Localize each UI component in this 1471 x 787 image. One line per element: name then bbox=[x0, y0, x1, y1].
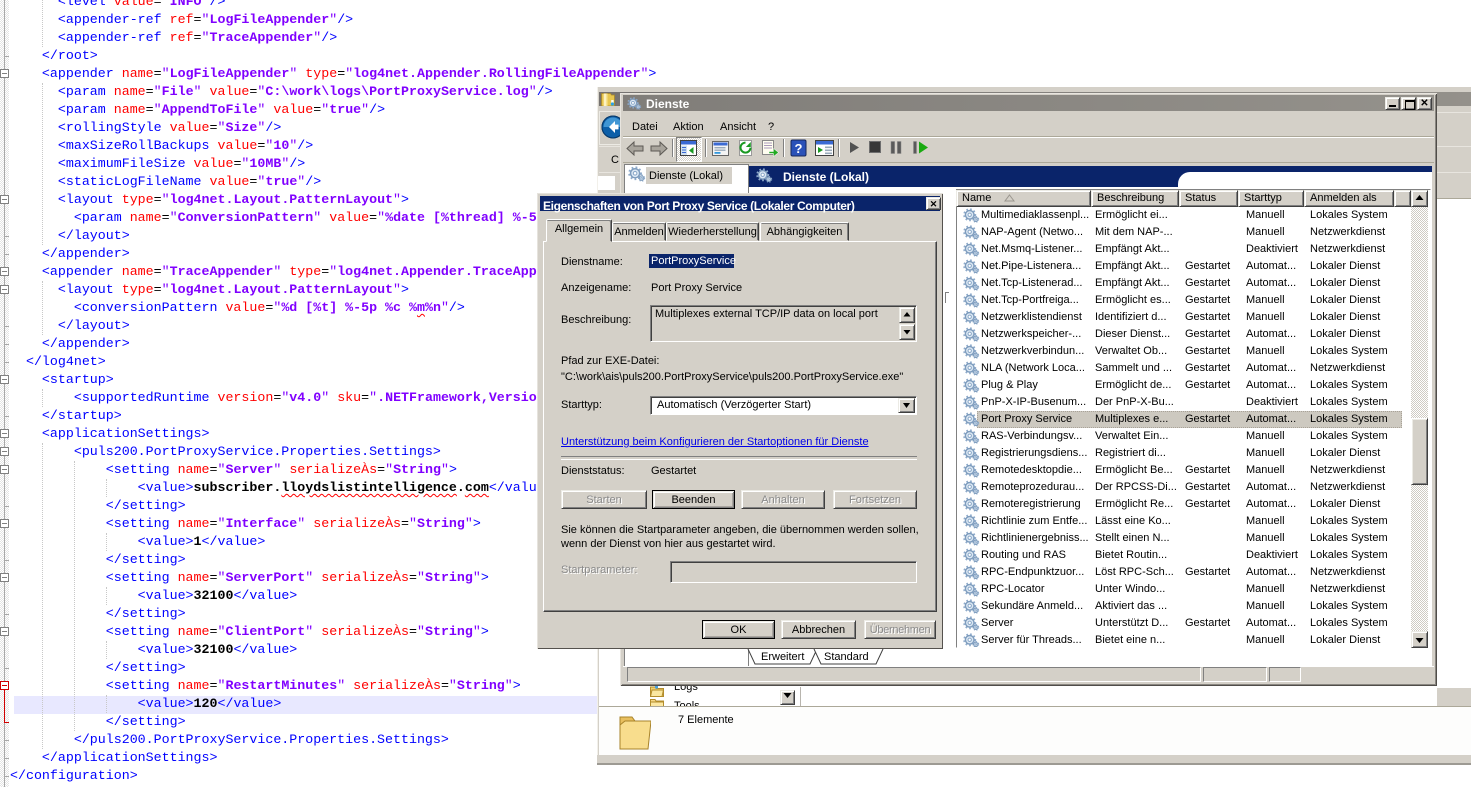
svg-text:?: ? bbox=[795, 141, 803, 156]
